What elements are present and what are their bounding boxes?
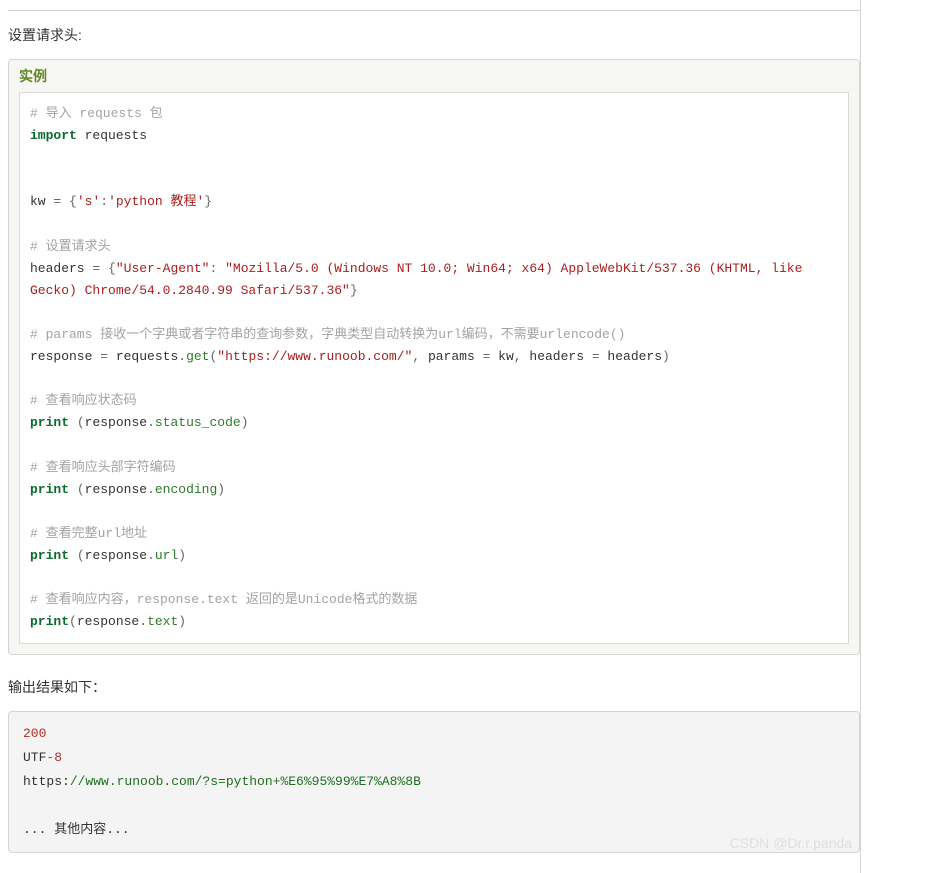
code-token: response bbox=[77, 614, 139, 629]
output-line: ... 其他内容... bbox=[23, 818, 845, 842]
code-token: , bbox=[514, 349, 522, 364]
code-token: ( bbox=[77, 415, 85, 430]
code-token: ( bbox=[77, 548, 85, 563]
code-token: , bbox=[412, 349, 420, 364]
code-token: # 查看响应头部字符编码 bbox=[30, 460, 176, 475]
code-token: print bbox=[30, 548, 69, 563]
code-token: } bbox=[350, 283, 358, 298]
code-token: encoding bbox=[155, 482, 217, 497]
code-token: = bbox=[592, 349, 600, 364]
output-line: 200 bbox=[23, 722, 845, 746]
code-token: import bbox=[30, 128, 77, 143]
code-token: # 查看响应内容，response.text 返回的是Unicode格式的数据 bbox=[30, 592, 417, 607]
code-token: headers bbox=[600, 349, 662, 364]
code-token: { bbox=[108, 261, 116, 276]
code-token: # 设置请求头 bbox=[30, 239, 111, 254]
code-token: status_code bbox=[155, 415, 241, 430]
output-box: 200 UTF-8 https://www.runoob.com/?s=pyth… bbox=[8, 711, 860, 853]
code-token: # 查看响应状态码 bbox=[30, 393, 137, 408]
code-token: ) bbox=[662, 349, 670, 364]
code-token bbox=[69, 415, 77, 430]
watermark: CSDN @Dr.r.panda bbox=[730, 835, 852, 851]
code-token: ) bbox=[217, 482, 225, 497]
code-token: response bbox=[85, 482, 147, 497]
article-main: 设置请求头: 实例 # 导入 requests 包 import request… bbox=[0, 0, 860, 873]
output-line bbox=[23, 794, 845, 818]
code-token bbox=[61, 194, 69, 209]
code-token: kw bbox=[490, 349, 513, 364]
code-token: requests bbox=[85, 128, 147, 143]
output-url-rest: //www.runoob.com/?s=python+%E6%95%99%E7%… bbox=[70, 774, 421, 789]
code-token: . bbox=[139, 614, 147, 629]
code-token: { bbox=[69, 194, 77, 209]
output-other: ... 其他内容... bbox=[23, 822, 130, 837]
code-token: # params 接收一个字典或者字符串的查询参数，字典类型自动转换为url编码… bbox=[30, 327, 625, 342]
code-token: 'python 教程' bbox=[108, 194, 204, 209]
code-token bbox=[69, 482, 77, 497]
code-token: ) bbox=[178, 548, 186, 563]
code-token: response bbox=[85, 415, 147, 430]
code-token: get bbox=[186, 349, 209, 364]
code-token: "https://www.runoob.com/" bbox=[217, 349, 412, 364]
code-token: response bbox=[85, 548, 147, 563]
code-token bbox=[100, 261, 108, 276]
code-token: kw bbox=[30, 194, 53, 209]
code-token: params bbox=[420, 349, 482, 364]
code-token: ( bbox=[77, 482, 85, 497]
code-token: "User-Agent" bbox=[116, 261, 210, 276]
intro-text: 设置请求头: bbox=[8, 25, 860, 45]
code-token: 's' bbox=[77, 194, 100, 209]
code-token: response bbox=[30, 349, 100, 364]
code-token: print bbox=[30, 415, 69, 430]
example-title: 实例 bbox=[9, 60, 859, 86]
divider bbox=[8, 10, 860, 11]
code-token bbox=[69, 548, 77, 563]
example-box: 实例 # 导入 requests 包 import requests kw = … bbox=[8, 59, 860, 655]
output-encoding-a: UTF bbox=[23, 750, 46, 765]
code-token: = bbox=[100, 349, 108, 364]
code-token: : bbox=[100, 194, 108, 209]
code-token: . bbox=[178, 349, 186, 364]
code-token: text bbox=[147, 614, 178, 629]
code-token: ) bbox=[241, 415, 249, 430]
code-token: . bbox=[147, 548, 155, 563]
code-token: # 查看完整url地址 bbox=[30, 526, 147, 541]
output-label: 输出结果如下： bbox=[8, 677, 860, 697]
code-token: : bbox=[209, 261, 225, 276]
code-token: url bbox=[155, 548, 178, 563]
output-line: UTF-8 bbox=[23, 746, 845, 770]
code-token: } bbox=[204, 194, 212, 209]
output-url-protocol: https: bbox=[23, 774, 70, 789]
code-token: print bbox=[30, 614, 69, 629]
output-status: 200 bbox=[23, 726, 46, 741]
code-token: requests bbox=[108, 349, 178, 364]
code-token: ) bbox=[178, 614, 186, 629]
code-token: headers bbox=[522, 349, 592, 364]
code-token: . bbox=[147, 482, 155, 497]
code-token: headers bbox=[30, 261, 92, 276]
code-block[interactable]: # 导入 requests 包 import requests kw = {'s… bbox=[19, 92, 849, 644]
output-encoding-b: - bbox=[46, 750, 54, 765]
code-token: ( bbox=[69, 614, 77, 629]
code-token: # 导入 requests 包 bbox=[30, 106, 163, 121]
output-line: https://www.runoob.com/?s=python+%E6%95%… bbox=[23, 770, 845, 794]
output-encoding-c: 8 bbox=[54, 750, 62, 765]
code-token: . bbox=[147, 415, 155, 430]
sidebar-area bbox=[860, 0, 933, 873]
code-token: print bbox=[30, 482, 69, 497]
